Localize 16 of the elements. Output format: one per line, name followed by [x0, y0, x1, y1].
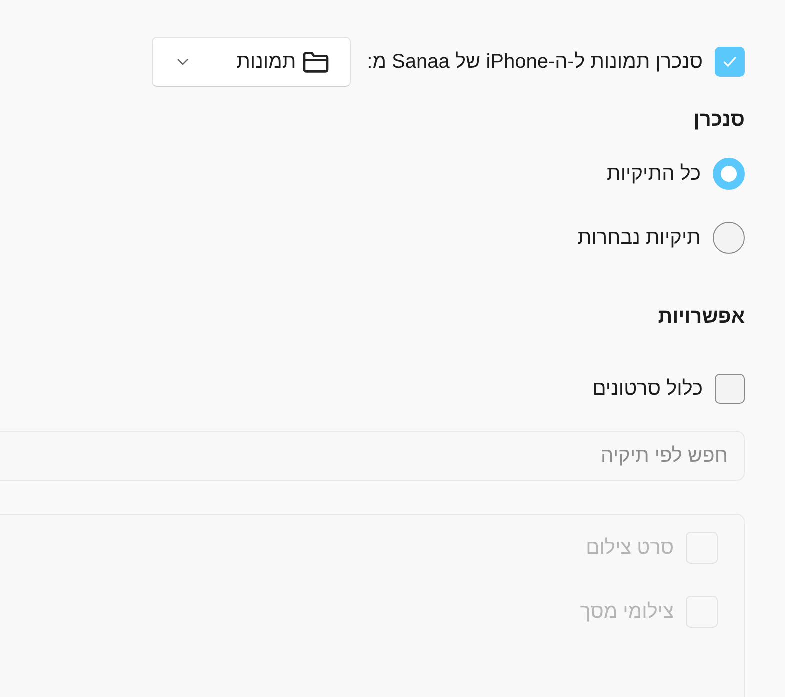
checkbox[interactable] [715, 374, 745, 404]
sync-label: סנכרן תמונות ל-ה-iPhone של Sanaa מ: [367, 50, 703, 74]
radio-label: כל התיקיות [607, 162, 701, 186]
sync-checkbox[interactable] [715, 47, 745, 77]
source-dropdown[interactable]: תמונות [152, 37, 352, 87]
section-heading: סנכרן [692, 109, 745, 133]
checkbox-label: כלול סרטונים [592, 378, 703, 400]
section-heading: אפשרויות [657, 306, 745, 330]
radio-button[interactable] [713, 222, 745, 254]
folder-icon [302, 50, 330, 74]
chevron-down-icon [177, 58, 190, 66]
folder-label: סרט צילום [586, 536, 674, 560]
search-field[interactable]: חפש לפי תיקיה [0, 431, 745, 481]
radio-label: תיקיות נבחרות [578, 226, 701, 250]
folder-label: צילומי מסך [580, 600, 674, 624]
radio-button[interactable] [713, 158, 745, 190]
